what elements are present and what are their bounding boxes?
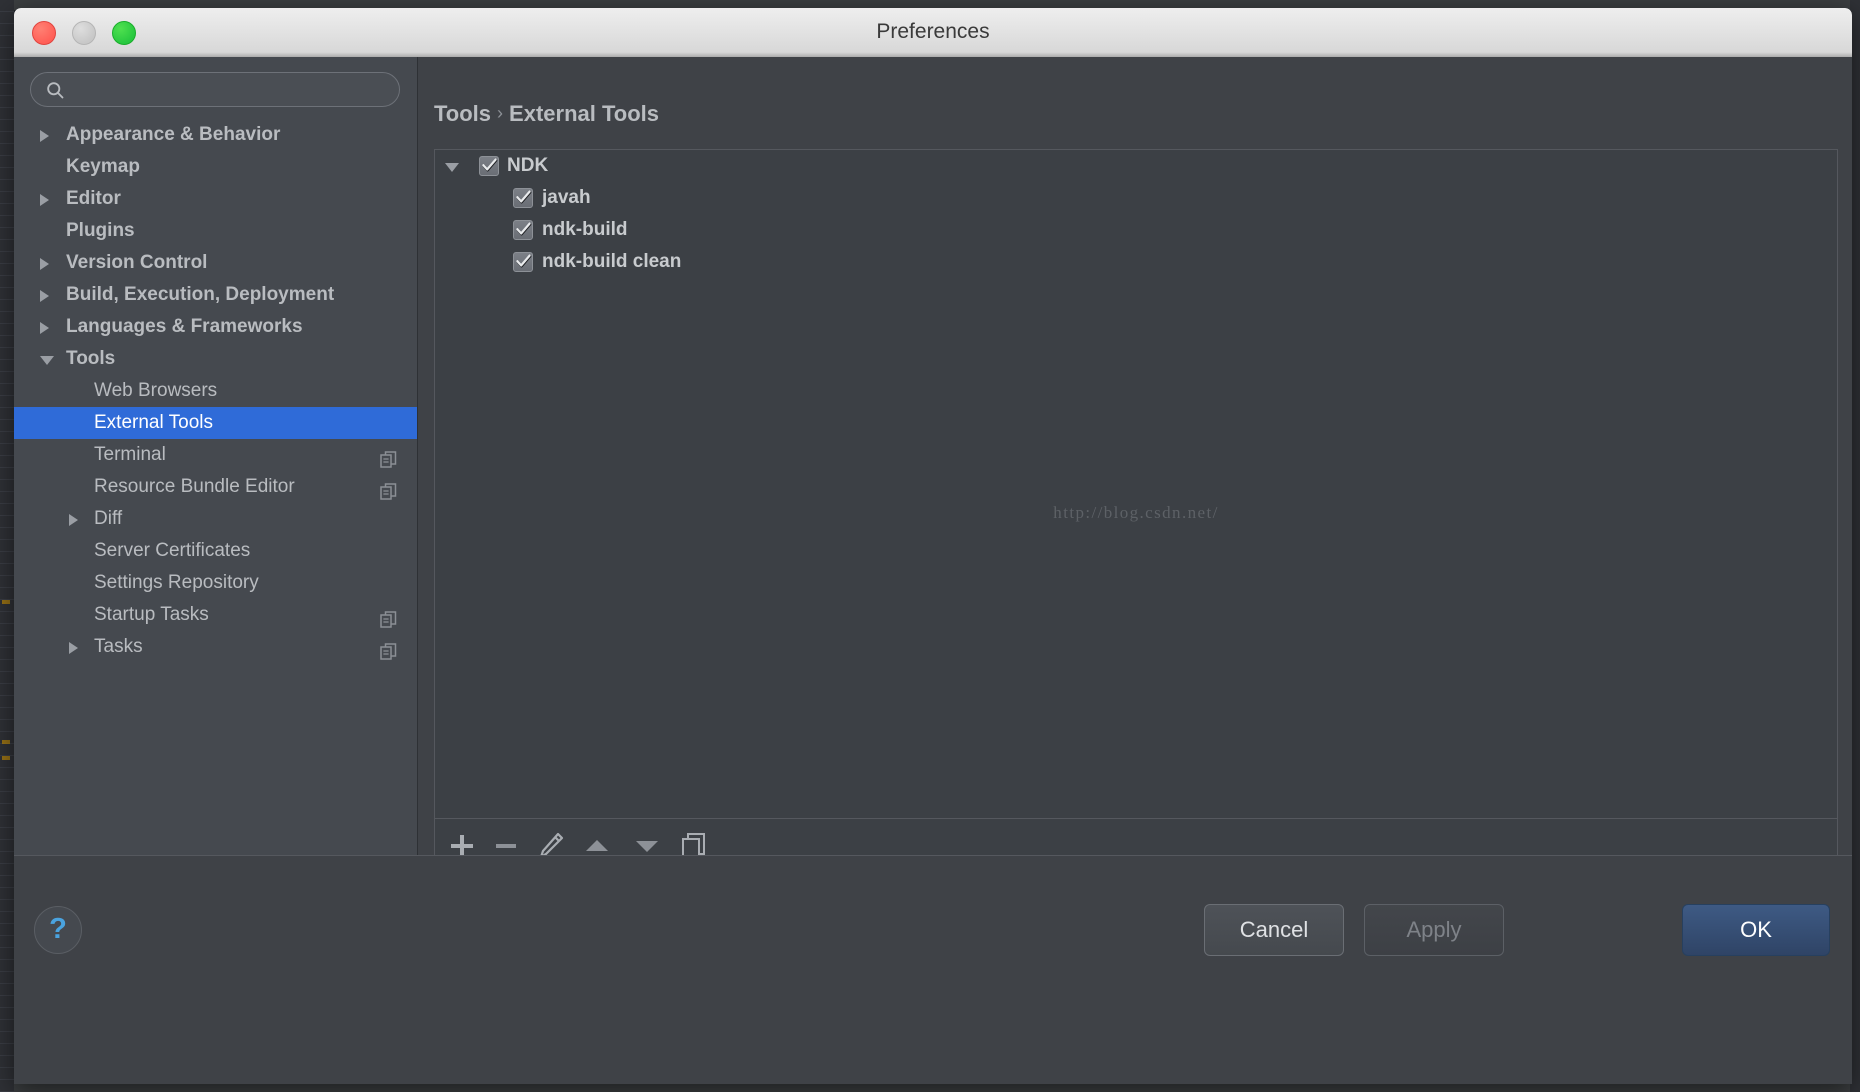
tools-tree-container[interactable]: NDK javah ndk-build ndk-build clean http://… (434, 149, 1838, 819)
backdrop-accent-mark (2, 600, 10, 604)
sidebar-item-appearance-behavior[interactable]: Appearance & Behavior (14, 119, 417, 151)
sidebar-item-label: Tools (66, 348, 116, 369)
sidebar-item-external-tools[interactable]: External Tools (14, 407, 417, 439)
sidebar-item-server-certificates[interactable]: Server Certificates (14, 535, 417, 567)
sidebar-item-version-control[interactable]: Version Control (14, 247, 417, 279)
chevron-right-icon[interactable] (40, 290, 49, 302)
tools-tree-row[interactable]: ndk-build (435, 214, 1837, 246)
chevron-right-icon[interactable] (69, 642, 78, 654)
sidebar-item-label: Diff (94, 508, 123, 529)
tools-tree-row[interactable]: javah (435, 182, 1837, 214)
tools-tree: NDK javah ndk-build ndk-build clean (435, 150, 1837, 278)
copy-icon[interactable] (380, 447, 397, 468)
sidebar-item-editor[interactable]: Editor (14, 183, 417, 215)
checkmark-icon (482, 158, 498, 172)
checkbox[interactable] (513, 252, 533, 272)
sidebar-item-label: Build, Execution, Deployment (66, 284, 335, 305)
search-field[interactable] (30, 72, 400, 108)
dialog-footer: ? Cancel Apply OK (14, 855, 1852, 1084)
checkbox[interactable] (513, 220, 533, 240)
chevron-right-icon[interactable] (40, 322, 49, 334)
sidebar-item-label: Settings Repository (94, 572, 259, 593)
sidebar-item-plugins[interactable]: Plugins (14, 215, 417, 247)
sidebar-item-terminal[interactable]: Terminal (14, 439, 417, 471)
settings-sidebar: Appearance & Behavior Keymap Editor Plugins… (14, 57, 418, 855)
sidebar-item-build-execution-deployment[interactable]: Build, Execution, Deployment (14, 279, 417, 311)
sidebar-item-label: Version Control (66, 252, 208, 273)
checkbox[interactable] (479, 156, 499, 176)
copy-icon[interactable] (380, 607, 397, 628)
checkmark-icon (516, 254, 532, 268)
tools-tree-label: ndk-build clean (542, 251, 682, 272)
sidebar-item-keymap[interactable]: Keymap (14, 151, 417, 183)
sidebar-item-label: Server Certificates (94, 540, 251, 561)
tools-tree-label: ndk-build (542, 219, 628, 240)
sidebar-item-label: Tasks (94, 636, 143, 657)
sidebar-item-label: Editor (66, 188, 121, 209)
backdrop-accent-mark (2, 740, 10, 744)
backdrop-accent-mark (2, 756, 10, 760)
sidebar-item-label: Appearance & Behavior (66, 124, 281, 145)
sidebar-item-label: Languages & Frameworks (66, 316, 303, 337)
sidebar-item-label: Terminal (94, 444, 166, 465)
sidebar-item-label: Plugins (66, 220, 135, 241)
search-input[interactable] (73, 73, 387, 108)
sidebar-item-startup-tasks[interactable]: Startup Tasks (14, 599, 417, 631)
tools-tree-row[interactable]: NDK (435, 150, 1837, 182)
sidebar-item-label: Web Browsers (94, 380, 218, 401)
apply-button[interactable]: Apply (1364, 904, 1504, 956)
sidebar-item-web-browsers[interactable]: Web Browsers (14, 375, 417, 407)
breadcrumb-parent[interactable]: Tools (434, 101, 491, 126)
sidebar-item-tools[interactable]: Tools (14, 343, 417, 375)
title-bar: Preferences (14, 8, 1852, 57)
copy-icon[interactable] (380, 639, 397, 660)
tools-tree-label: javah (542, 187, 591, 208)
breadcrumb-separator-icon: › (497, 103, 504, 123)
breadcrumb-current: External Tools (509, 101, 659, 126)
breadcrumb: Tools › External Tools (434, 101, 659, 127)
copy-icon[interactable] (380, 479, 397, 500)
tools-tree-label: NDK (507, 155, 549, 176)
external-tools-panel: Tools › External Tools NDK javah ndk-build nd… (418, 57, 1852, 873)
chevron-right-icon[interactable] (40, 130, 49, 142)
sidebar-item-settings-repository[interactable]: Settings Repository (14, 567, 417, 599)
watermark-text: http://blog.csdn.net/ (1053, 503, 1219, 522)
sidebar-item-label: External Tools (94, 412, 213, 433)
checkmark-icon (516, 222, 532, 236)
window-body: Appearance & Behavior Keymap Editor Plugins… (14, 57, 1852, 1084)
chevron-right-icon[interactable] (40, 258, 49, 270)
sidebar-item-label: Keymap (66, 156, 140, 177)
settings-tree: Appearance & Behavior Keymap Editor Plugins… (14, 119, 417, 855)
sidebar-item-diff[interactable]: Diff (14, 503, 417, 535)
window-title: Preferences (876, 20, 990, 43)
chevron-down-icon[interactable] (40, 356, 54, 365)
help-button[interactable]: ? (34, 906, 82, 954)
backdrop-left-strip (0, 0, 14, 1092)
sidebar-item-languages-frameworks[interactable]: Languages & Frameworks (14, 311, 417, 343)
cancel-button[interactable]: Cancel (1204, 904, 1344, 956)
chevron-down-icon[interactable] (445, 163, 459, 172)
tools-tree-row[interactable]: ndk-build clean (435, 246, 1837, 278)
sidebar-item-resource-bundle-editor[interactable]: Resource Bundle Editor (14, 471, 417, 503)
checkmark-icon (516, 190, 532, 204)
chevron-right-icon[interactable] (69, 514, 78, 526)
ok-button[interactable]: OK (1682, 904, 1830, 956)
sidebar-item-label: Startup Tasks (94, 604, 209, 625)
checkbox[interactable] (513, 188, 533, 208)
search-icon (47, 82, 64, 99)
sidebar-item-label: Resource Bundle Editor (94, 476, 295, 497)
preferences-window: Preferences Appearance & Behavior Keymap E… (14, 8, 1852, 1084)
chevron-right-icon[interactable] (40, 194, 49, 206)
sidebar-item-tasks[interactable]: Tasks (14, 631, 417, 663)
